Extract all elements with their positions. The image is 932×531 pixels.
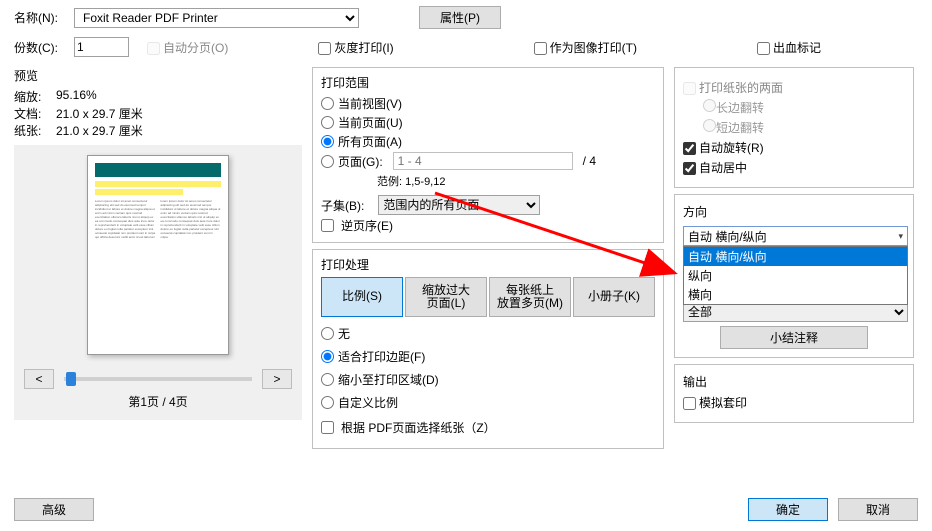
pdf-paper-checkbox[interactable]: 根据 PDF页面选择纸张（Z） (321, 419, 655, 436)
copies-label: 份数(C): (14, 39, 74, 56)
orientation-dropdown-list[interactable]: 自动 横向/纵向 纵向 横向 (683, 246, 908, 305)
orientation-title: 方向 (683, 203, 905, 220)
reverse-checkbox[interactable]: 逆页序(E) (321, 217, 655, 234)
advanced-button[interactable]: 高级 (14, 498, 94, 521)
flip-long-radio: 长边翻转 (703, 99, 905, 116)
zoom-label: 缩放: (14, 88, 56, 105)
proc-title: 打印处理 (321, 256, 655, 273)
tab-booklet[interactable]: 小册子(K) (573, 277, 655, 317)
scale-custom[interactable]: 自定义比例 (321, 394, 655, 411)
print-what-select[interactable]: 全部 (683, 302, 908, 322)
paper-label: 纸张: (14, 122, 56, 139)
range-title: 打印范围 (321, 74, 655, 91)
pages-input[interactable] (393, 152, 573, 170)
tab-scale[interactable]: 比例(S) (321, 277, 403, 317)
page-info: 第1页 / 4页 (128, 393, 187, 410)
scale-fit[interactable]: 适合打印边距(F) (321, 348, 655, 365)
scale-shrink[interactable]: 缩小至打印区域(D) (321, 371, 655, 388)
paper-value: 21.0 x 29.7 厘米 (56, 122, 196, 139)
orientation-option-portrait[interactable]: 纵向 (684, 266, 907, 285)
orientation-option-landscape[interactable]: 横向 (684, 285, 907, 304)
subset-select[interactable]: 范围内的所有页面 (378, 195, 540, 215)
doc-label: 文档: (14, 105, 56, 122)
bleed-checkbox[interactable]: 出血标记 (757, 39, 821, 56)
range-all-pages[interactable]: 所有页面(A) (321, 133, 655, 150)
preview-title: 预览 (14, 67, 302, 84)
zoom-value: 95.16% (56, 88, 196, 105)
subset-label: 子集(B): (321, 197, 364, 214)
autocenter-checkbox[interactable]: 自动居中 (683, 159, 905, 176)
chevron-down-icon: ▾ (898, 231, 903, 242)
range-current-view[interactable]: 当前视图(V) (321, 95, 655, 112)
tab-multiple[interactable]: 每张纸上放置多页(M) (489, 277, 571, 317)
tab-shrink[interactable]: 缩放过大页面(L) (405, 277, 487, 317)
range-pages[interactable]: 页面(G): / 4 (321, 152, 655, 170)
properties-button[interactable]: 属性(P) (419, 6, 501, 29)
page-thumbnail: Lorem ipsum dolor sit amet consectetur a… (87, 155, 229, 355)
name-label: 名称(N): (14, 9, 74, 26)
summarize-annotations-button[interactable]: 小结注释 (720, 326, 868, 349)
asimage-checkbox[interactable]: 作为图像打印(T) (534, 39, 637, 56)
autorotate-checkbox[interactable]: 自动旋转(R) (683, 139, 905, 156)
ok-button[interactable]: 确定 (748, 498, 828, 521)
next-page-button[interactable]: > (262, 369, 292, 389)
grayscale-checkbox[interactable]: 灰度打印(I) (318, 39, 393, 56)
copies-input[interactable] (74, 37, 129, 57)
range-current-page[interactable]: 当前页面(U) (321, 114, 655, 131)
scale-none[interactable]: 无 (321, 325, 655, 342)
duplex-checkbox: 打印纸张的两面 (683, 79, 905, 96)
doc-value: 21.0 x 29.7 厘米 (56, 105, 196, 122)
collate-checkbox: 自动分页(O) (147, 39, 228, 56)
total-pages: / 4 (583, 154, 596, 168)
page-slider[interactable] (64, 377, 252, 381)
orientation-select[interactable]: 自动 横向/纵向▾ (683, 226, 908, 246)
flip-short-radio: 短边翻转 (703, 119, 905, 136)
cancel-button[interactable]: 取消 (838, 498, 918, 521)
simulate-overprint-checkbox[interactable]: 模拟套印 (683, 394, 905, 411)
output-title: 输出 (683, 373, 905, 390)
prev-page-button[interactable]: < (24, 369, 54, 389)
printer-select[interactable]: Foxit Reader PDF Printer (74, 8, 359, 28)
pages-example: 范例: 1,5-9,12 (377, 173, 655, 189)
orientation-option-auto[interactable]: 自动 横向/纵向 (684, 247, 907, 266)
